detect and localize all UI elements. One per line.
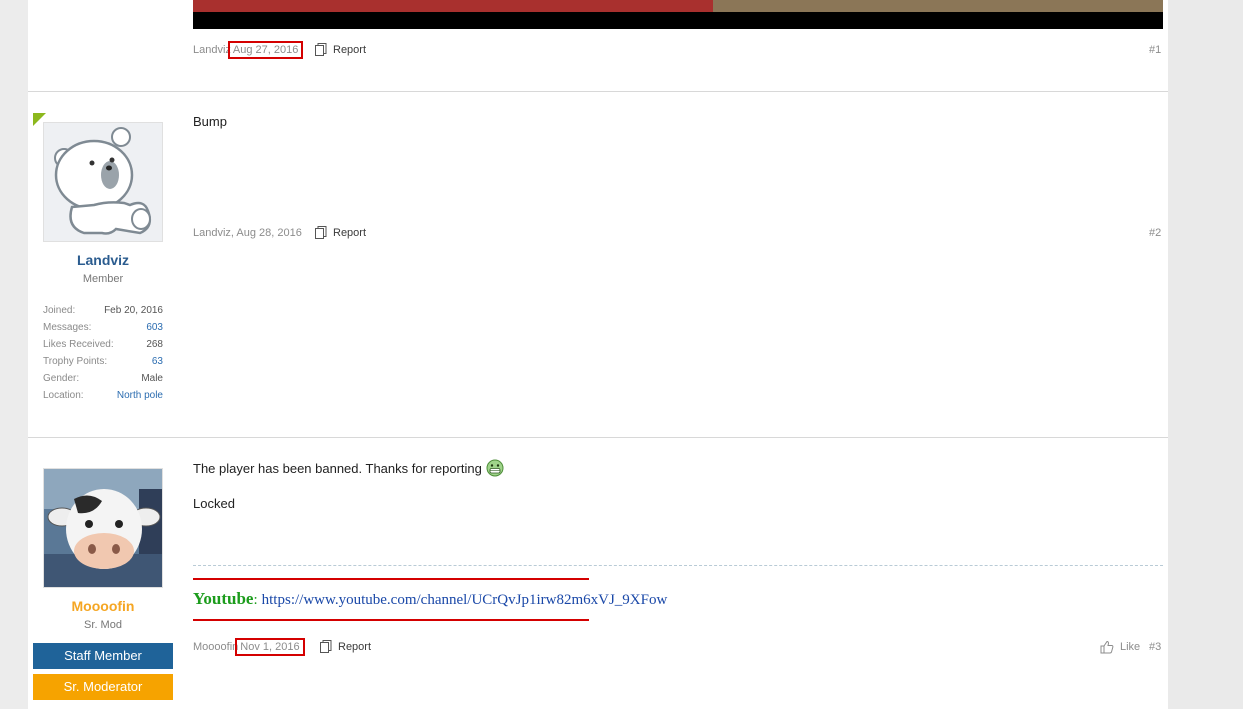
page-background-right <box>1168 0 1243 709</box>
polar-bear-avatar-icon <box>44 123 162 241</box>
avatar-moooofin[interactable] <box>43 468 163 588</box>
username-link[interactable]: Landviz <box>43 252 163 268</box>
signature-red-line-top <box>193 578 589 580</box>
user-title: Member <box>82 273 124 285</box>
report-label: Report <box>333 226 367 239</box>
report-icon <box>320 640 332 653</box>
thread-container: Landviz Aug 27, 2016 Report #1 Landviz Me… <box>28 0 1168 709</box>
thumbs-up-icon <box>1100 640 1114 654</box>
avatar-landviz[interactable] <box>43 122 163 242</box>
grin-smiley-icon <box>486 459 504 477</box>
signature: Youtube: https://www.youtube.com/channel/… <box>193 589 668 608</box>
post-date[interactable]: Nov 1, 2016 <box>235 638 305 656</box>
post-author-link[interactable]: Moooofin <box>193 641 238 653</box>
user-stats: Joined: Feb 20, 2016 Messages: 603 Likes… <box>43 302 163 404</box>
post-date[interactable]: Aug 27, 2016 <box>227 41 304 59</box>
report-button-3[interactable]: Report <box>320 640 371 653</box>
stat-trophy-points: Trophy Points: 63 <box>43 356 163 367</box>
staff-member-banner: Staff Member <box>33 643 173 669</box>
username-link[interactable]: Moooofin <box>43 598 163 614</box>
signature-red-line-bottom <box>193 619 589 621</box>
post-divider <box>28 91 1168 92</box>
stat-messages: Messages: 603 <box>43 322 163 333</box>
cow-avatar-icon <box>44 469 162 587</box>
stat-location: Location: North pole <box>43 390 163 401</box>
sr-moderator-banner: Sr. Moderator <box>33 674 173 700</box>
post-message: Bump <box>193 114 227 129</box>
signature-youtube-link[interactable]: https://www.youtube.com/channel/UCrQvJp1… <box>262 592 668 608</box>
stat-likes-received: Likes Received: 268 <box>43 339 163 350</box>
embedded-video-frame[interactable] <box>193 0 1163 29</box>
stat-gender: Gender: Male <box>43 373 163 384</box>
post-meta-3: Moooofin Nov 1, 2016 <box>193 638 305 656</box>
stat-joined: Joined: Feb 20, 2016 <box>43 305 163 316</box>
post-author-link[interactable]: Landviz <box>193 44 231 56</box>
post-number-2[interactable]: #2 <box>1149 227 1161 239</box>
signature-youtube-label: Youtube <box>193 589 254 608</box>
like-button[interactable]: Like <box>1100 640 1140 654</box>
user-title: Sr. Mod <box>84 619 122 631</box>
signature-separator <box>193 565 1163 566</box>
report-icon <box>315 43 327 56</box>
post-number-3[interactable]: #3 <box>1149 641 1161 653</box>
message-locked-text: Locked <box>193 496 235 511</box>
post-divider <box>28 437 1168 438</box>
post-message: The player has been banned. Thanks for r… <box>193 459 504 477</box>
report-label: Report <box>338 640 372 653</box>
post-meta-1: Landviz Aug 27, 2016 <box>193 41 304 59</box>
like-label: Like <box>1120 641 1141 653</box>
message-text: The player has been banned. Thanks for r… <box>193 461 482 476</box>
report-button-1[interactable]: Report <box>315 43 366 56</box>
post-meta-2[interactable]: Landviz, Aug 28, 2016 <box>193 227 302 239</box>
page-background-left <box>0 0 28 709</box>
post-number-1[interactable]: #1 <box>1149 44 1161 56</box>
report-button-2[interactable]: Report <box>315 226 366 239</box>
report-icon <box>315 226 327 239</box>
report-label: Report <box>333 43 367 56</box>
